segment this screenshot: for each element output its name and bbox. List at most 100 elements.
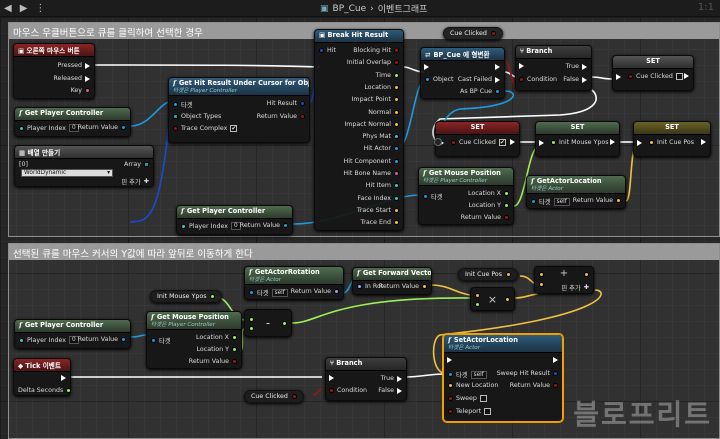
- output-pin-dot[interactable]: [394, 171, 399, 176]
- tick-event-node[interactable]: ◆ Tick 이벤트 Delta Seconds: [13, 358, 71, 396]
- add-pin-icon[interactable]: ✚: [584, 284, 589, 291]
- array-out-pin[interactable]: [144, 162, 149, 167]
- target-in-pin[interactable]: [448, 372, 453, 377]
- output-pin-dot[interactable]: [394, 207, 399, 213]
- exec-out-pin[interactable]: [553, 357, 558, 363]
- exec-out-pin[interactable]: [85, 75, 90, 82]
- bool-in-pin[interactable]: [519, 77, 524, 82]
- break-hit-output-pin[interactable]: Location: [364, 84, 399, 91]
- cue-clicked-checkbox[interactable]: ✔: [498, 139, 506, 146]
- graph-canvas[interactable]: 마우스 우클버튼으로 큐를 클릭하여 선택한 경우 선택된 큐를 마우스 커서의…: [0, 17, 720, 439]
- bool-in-pin[interactable]: [329, 388, 334, 393]
- multiply-node[interactable]: ×: [470, 287, 515, 311]
- exec-out-pin[interactable]: [510, 139, 515, 145]
- breadcrumb-graph[interactable]: 이벤트그래프: [378, 2, 428, 15]
- subtract-node[interactable]: -: [244, 309, 292, 337]
- break-hit-output-pin[interactable]: Hit Actor: [363, 145, 399, 152]
- vector-out-pin[interactable]: [616, 198, 621, 203]
- output-pin-dot[interactable]: [394, 183, 399, 189]
- target-in-pin[interactable]: [249, 290, 254, 295]
- get-player-controller-node[interactable]: f Get Player Controller Player Index 0 Ret…: [14, 319, 131, 349]
- set-cue-clicked-node[interactable]: SET Cue Clicked ✔: [435, 121, 520, 157]
- break-hit-output-pin[interactable]: Hit Component: [343, 158, 399, 165]
- get-mouse-position-node[interactable]: f Get Mouse Position 타겟은 Player Controller…: [418, 167, 514, 225]
- struct-out-pin[interactable]: [553, 371, 558, 376]
- exec-out-pin[interactable]: [701, 139, 706, 145]
- target-in-pin[interactable]: [531, 199, 536, 204]
- object-in-pin[interactable]: [425, 77, 430, 82]
- exec-out-pin[interactable]: [684, 73, 689, 79]
- output-pin-dot[interactable]: [394, 72, 399, 78]
- target-in-pin[interactable]: [423, 194, 428, 199]
- object-out-pin[interactable]: [121, 125, 126, 130]
- set-actor-location-node[interactable]: f SetActorLocation 타겟은 Actor 타겟 self New Lo…: [443, 334, 563, 422]
- vector-in-pin[interactable]: [448, 383, 453, 388]
- get-player-controller-node[interactable]: f Get Player Controller Player Index 0 Ret…: [176, 205, 293, 235]
- cue-clicked-variable[interactable]: Cue Clicked: [244, 390, 304, 403]
- bool-out-pin[interactable]: [232, 359, 237, 364]
- break-hit-output-pin[interactable]: Time: [376, 72, 399, 79]
- target-in-pin[interactable]: [151, 338, 156, 343]
- init-cue-pos-variable[interactable]: Init Cue Pos: [458, 268, 519, 281]
- output-pin-dot[interactable]: [394, 158, 399, 164]
- sweep-checkbox[interactable]: [479, 395, 487, 402]
- exec-out-pin[interactable]: [397, 375, 402, 382]
- rotator-in-pin[interactable]: [357, 284, 362, 289]
- output-pin-dot[interactable]: [394, 60, 399, 66]
- branch-node[interactable]: ⑂ Branch Condition True False: [325, 357, 407, 401]
- output-pin-dot[interactable]: [394, 84, 399, 90]
- bool-out-pin[interactable]: [553, 383, 558, 388]
- cue-clicked-variable[interactable]: Cue Clicked: [443, 27, 503, 40]
- get-hit-result-node[interactable]: fGet Hit Result Under Cursor for Objects…: [168, 77, 310, 143]
- output-pin-dot[interactable]: [394, 97, 399, 103]
- break-hit-output-pin[interactable]: Trace End: [360, 219, 399, 226]
- exec-out-pin[interactable]: [582, 76, 587, 83]
- break-hit-output-pin[interactable]: Blocking Hit: [353, 47, 399, 54]
- set-cue-clicked-node[interactable]: SET Cue Clicked: [612, 55, 694, 91]
- break-hit-output-pin[interactable]: Impact Point: [352, 96, 399, 103]
- cue-clicked-checkbox[interactable]: [675, 73, 683, 80]
- array-in-pin[interactable]: [173, 114, 178, 119]
- object-out-pin[interactable]: [495, 89, 500, 94]
- output-pin-dot[interactable]: [394, 48, 399, 53]
- output-pin-dot[interactable]: [394, 134, 399, 140]
- float-out-pin[interactable]: [282, 321, 287, 326]
- object-out-pin[interactable]: [121, 337, 126, 342]
- exec-in-pin[interactable]: [519, 63, 524, 69]
- add-node[interactable]: + 핀 추가 ✚: [534, 266, 594, 294]
- break-hit-output-pin[interactable]: Impact Normal: [344, 121, 399, 128]
- float-out-pin[interactable]: [504, 203, 509, 208]
- bool-out-pin[interactable]: [300, 114, 305, 119]
- forward-arrow-icon[interactable]: ▶: [16, 3, 32, 14]
- reroute-node[interactable]: [434, 138, 442, 146]
- overflow-icon[interactable]: ⋮: [31, 3, 49, 14]
- rmb-event-node[interactable]: ▣ 오른쪽 마우스 버튼 Pressed Released Key: [13, 43, 95, 99]
- float-out-pin[interactable]: [504, 191, 509, 196]
- vector-out-pin[interactable]: [422, 284, 427, 289]
- target-in-pin[interactable]: [173, 102, 178, 107]
- break-hit-output-pin[interactable]: Face Index: [357, 195, 399, 202]
- output-pin-dot[interactable]: [394, 121, 399, 127]
- exec-in-pin[interactable]: [447, 357, 452, 363]
- back-arrow-icon[interactable]: ◀: [0, 3, 16, 14]
- set-init-cue-pos-node[interactable]: SET Init Cue Pos: [633, 121, 711, 157]
- get-forward-vector-node[interactable]: f Get Forward Vector In Rot Return Value: [352, 267, 432, 295]
- output-pin-dot[interactable]: [394, 146, 399, 152]
- exec-in-pin[interactable]: [329, 375, 334, 381]
- break-hit-result-node[interactable]: ▣ Break Hit Result Hit Blocking Hit Initi…: [314, 29, 404, 231]
- break-hit-output-pin[interactable]: Hit Bone Name: [343, 170, 399, 177]
- float-out-pin[interactable]: [66, 388, 70, 393]
- output-pin-dot[interactable]: [394, 220, 399, 226]
- break-hit-output-pin[interactable]: Hit Item: [366, 182, 399, 189]
- get-actor-location-node[interactable]: f GetActorLocation 타겟은 Actor 타겟 self Return…: [526, 175, 626, 209]
- exec-out-pin[interactable]: [495, 76, 500, 83]
- exec-out-pin[interactable]: [397, 387, 402, 394]
- get-actor-rotation-node[interactable]: f GetActorRotation 타겟은 Actor 타겟 self Return…: [244, 266, 344, 300]
- branch-node[interactable]: ⑂ Branch Condition True False: [515, 45, 592, 91]
- get-player-controller-node[interactable]: f Get Player Controller Player Index 0 Ret…: [14, 107, 131, 137]
- vector-out-pin[interactable]: [584, 272, 589, 277]
- output-pin-dot[interactable]: [394, 195, 399, 201]
- get-mouse-position-node[interactable]: f Get Mouse Position 타겟은 Player Controller…: [146, 311, 242, 369]
- cast-to-bp-cue-node[interactable]: ⇄ BP_Cue 에 형변환 Object Cast Failed As BP C…: [420, 47, 505, 99]
- break-hit-output-pin[interactable]: Trace Start: [357, 207, 399, 214]
